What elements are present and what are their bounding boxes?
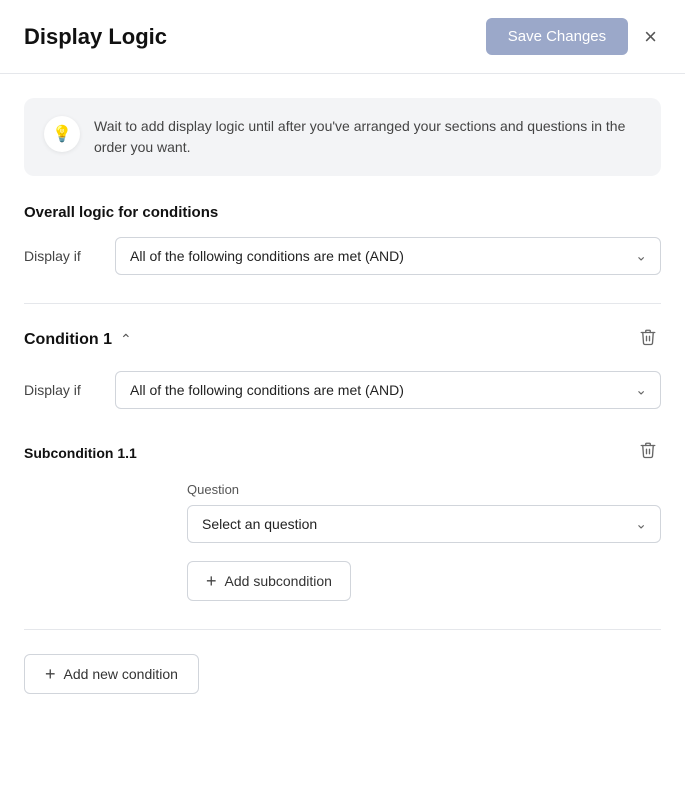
add-condition-label: Add new condition — [64, 666, 178, 682]
bottom-divider — [24, 629, 661, 630]
info-banner: 💡 Wait to add display logic until after … — [24, 98, 661, 176]
overall-logic-section: Overall logic for conditions Display if … — [24, 204, 661, 275]
condition-1-section: Condition 1 ⌃ Display if All of the foll — [24, 324, 661, 601]
overall-display-if-row: Display if All of the following conditio… — [24, 237, 661, 275]
save-button[interactable]: Save Changes — [486, 18, 628, 55]
condition-1-header: Condition 1 ⌃ — [24, 324, 661, 355]
page-title: Display Logic — [24, 24, 167, 50]
plus-icon-2: + — [45, 665, 56, 683]
info-icon-wrap: 💡 — [44, 116, 80, 152]
overall-condition-select[interactable]: All of the following conditions are met … — [115, 237, 661, 275]
subcondition-1-1-header: Subcondition 1.1 — [24, 437, 661, 468]
subcondition-1-1-label: Subcondition 1.1 — [24, 445, 137, 461]
close-button[interactable]: × — [640, 22, 661, 52]
overall-condition-select-wrapper: All of the following conditions are met … — [115, 237, 661, 275]
info-icon: 💡 — [52, 124, 72, 144]
condition-1-delete-button[interactable] — [635, 324, 661, 355]
condition-1-logic-select[interactable]: All of the following conditions are met … — [115, 371, 661, 409]
overall-logic-title: Overall logic for conditions — [24, 204, 661, 221]
add-condition-button[interactable]: + Add new condition — [24, 654, 199, 694]
subcondition-1-1-block: Subcondition 1.1 Question — [24, 437, 661, 543]
condition-1-display-if-label: Display if — [24, 382, 99, 398]
trash-icon-2 — [639, 441, 657, 459]
subcondition-1-1-delete-button[interactable] — [635, 437, 661, 468]
info-text: Wait to add display logic until after yo… — [94, 116, 641, 158]
condition-1-collapse-icon[interactable]: ⌃ — [120, 331, 132, 348]
main-content: 💡 Wait to add display logic until after … — [0, 74, 685, 718]
select-question-wrapper: Select an question ⌄ — [24, 505, 661, 543]
question-select[interactable]: Select an question — [187, 505, 661, 543]
section-divider — [24, 303, 661, 304]
condition-1-body: Display if All of the following conditio… — [24, 371, 661, 601]
trash-icon — [639, 328, 657, 346]
question-select-wrapper: Select an question ⌄ — [187, 505, 661, 543]
condition-1-header-left: Condition 1 ⌃ — [24, 331, 132, 349]
header-actions: Save Changes × — [486, 18, 661, 55]
page-header: Display Logic Save Changes × — [0, 0, 685, 74]
condition-1-label: Condition 1 — [24, 331, 112, 349]
question-label: Question — [24, 482, 661, 497]
condition-1-select-wrapper: All of the following conditions are met … — [115, 371, 661, 409]
plus-icon: + — [206, 572, 217, 590]
condition-1-display-if-row: Display if All of the following conditio… — [24, 371, 661, 409]
add-subcondition-button[interactable]: + Add subcondition — [187, 561, 351, 601]
overall-display-if-label: Display if — [24, 248, 99, 264]
add-subcondition-label: Add subcondition — [225, 573, 332, 589]
